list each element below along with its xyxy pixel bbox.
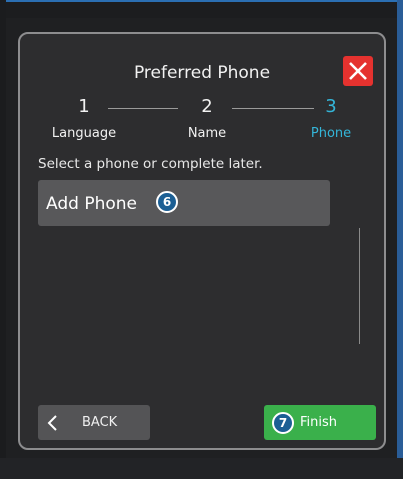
preferred-phone-dialog: Preferred Phone 1 2 3 Language Name Phon… [18, 32, 386, 450]
back-button[interactable]: BACK [38, 405, 150, 440]
chevron-left-icon [47, 415, 57, 431]
step-1-label: Language [51, 126, 117, 141]
back-label: BACK [82, 415, 118, 430]
top-bar [0, 0, 403, 18]
right-edge [397, 0, 403, 479]
step-3-label: Phone [310, 126, 352, 141]
step-2-number: 2 [201, 96, 213, 117]
callout-badge: 7 [272, 412, 294, 434]
step-2-label: Name [187, 126, 227, 141]
step-1-number: 1 [78, 96, 90, 117]
step-3-number: 3 [325, 96, 337, 117]
finish-label: Finish [300, 415, 338, 430]
left-edge [0, 0, 6, 479]
scrollbar[interactable] [359, 228, 360, 344]
bottom-bar [0, 458, 403, 479]
finish-button[interactable]: 7 Finish [264, 405, 376, 440]
step-connector-2 [232, 108, 314, 109]
close-x-icon [349, 62, 367, 80]
step-connector-1 [108, 108, 178, 109]
add-phone-button[interactable]: Add Phone 6 [38, 180, 330, 226]
close-button[interactable] [343, 56, 373, 86]
add-phone-label: Add Phone [46, 194, 137, 214]
dialog-title: Preferred Phone [133, 63, 271, 83]
instruction-text: Select a phone or complete later. [38, 156, 263, 172]
callout-badge: 6 [156, 191, 178, 213]
